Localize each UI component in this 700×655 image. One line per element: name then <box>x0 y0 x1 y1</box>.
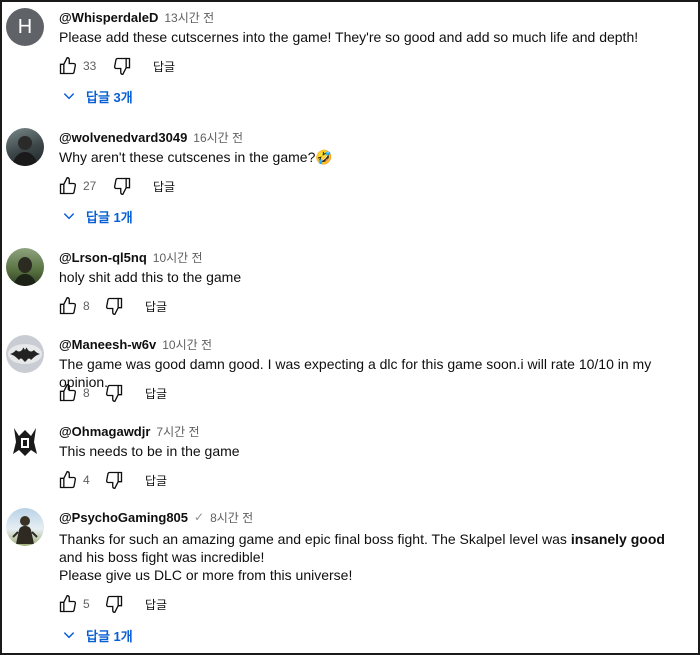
replies-count-label: 답글 1개 <box>86 628 133 644</box>
comment-author[interactable]: @wolvenedvard3049 <box>59 130 187 145</box>
comments-panel: H @WhisperdaleD 13시간 전 Please add these … <box>0 0 700 655</box>
reply-button[interactable]: 답글 <box>153 58 175 75</box>
chevron-down-icon <box>63 93 75 100</box>
thumbs-up-icon <box>59 594 77 613</box>
thumbs-up-icon <box>59 470 77 489</box>
like-button[interactable] <box>57 175 79 197</box>
view-replies-button[interactable]: 답글 1개 <box>62 624 133 646</box>
reply-button[interactable]: 답글 <box>153 178 175 195</box>
avatar[interactable] <box>6 508 44 546</box>
like-button[interactable] <box>57 593 79 615</box>
comment-text-bold: insanely good <box>570 531 665 547</box>
dislike-button[interactable] <box>103 469 125 491</box>
chevron-down-icon <box>63 213 75 220</box>
replies-count-label: 답글 3개 <box>86 89 133 105</box>
comment-author[interactable]: @Lrson-ql5nq <box>59 250 147 265</box>
dislike-button[interactable] <box>103 295 125 317</box>
thumbs-down-icon <box>113 57 131 76</box>
thumbs-up-icon <box>59 383 77 402</box>
like-count: 5 <box>83 597 90 611</box>
comment-timestamp[interactable]: 8시간 전 <box>210 509 253 526</box>
reply-button[interactable]: 답글 <box>145 472 167 489</box>
comment-text: Please add these cutscernes into the gam… <box>59 29 639 45</box>
comment-text: holy shit add this to the game <box>59 269 242 285</box>
thumbs-up-icon <box>59 56 77 75</box>
dislike-button[interactable] <box>103 593 125 615</box>
bat-logo-icon <box>8 344 42 364</box>
like-count: 8 <box>83 299 90 313</box>
thumbs-down-icon <box>105 595 123 614</box>
replies-count-label: 답글 1개 <box>86 209 133 225</box>
comment-timestamp[interactable]: 10시간 전 <box>162 336 212 353</box>
thumbs-down-icon <box>105 297 123 316</box>
comment-timestamp[interactable]: 16시간 전 <box>193 129 243 146</box>
dislike-button[interactable] <box>111 175 133 197</box>
avatar[interactable]: H <box>6 8 44 46</box>
view-replies-button[interactable]: 답글 1개 <box>62 205 133 227</box>
dislike-button[interactable] <box>103 382 125 404</box>
like-button[interactable] <box>57 295 79 317</box>
comment-timestamp[interactable]: 10시간 전 <box>153 249 203 266</box>
comment-text: This needs to be in the game <box>59 443 240 459</box>
comment-author[interactable]: @WhisperdaleD <box>59 10 158 25</box>
comment-author[interactable]: @PsychoGaming805 <box>59 510 188 525</box>
avatar[interactable] <box>6 128 44 166</box>
thumbs-down-icon <box>105 471 123 490</box>
avatar-letter: H <box>17 15 33 38</box>
comment-author[interactable]: @Ohmagawdjr <box>59 424 150 439</box>
avatar[interactable] <box>6 422 44 460</box>
like-button[interactable] <box>57 469 79 491</box>
like-button[interactable] <box>57 55 79 77</box>
like-button[interactable] <box>57 382 79 404</box>
avatar-image <box>12 136 38 166</box>
comment-text-part: Thanks for such an amazing game and epic… <box>59 531 571 547</box>
avatar[interactable] <box>6 335 44 373</box>
like-count: 33 <box>83 59 97 73</box>
like-count: 4 <box>83 473 90 487</box>
view-replies-button[interactable]: 답글 3개 <box>62 85 133 107</box>
like-count: 8 <box>83 386 90 400</box>
thumbs-up-icon <box>59 296 77 315</box>
reply-button[interactable]: 답글 <box>145 298 167 315</box>
avatar-image <box>12 516 38 544</box>
avatar-image <box>13 257 37 286</box>
thumbs-down-icon <box>105 384 123 403</box>
thumbs-up-icon <box>59 176 77 195</box>
dislike-button[interactable] <box>111 55 133 77</box>
comment-text-part: and his boss fight was incredible! <box>59 549 265 565</box>
reply-button[interactable]: 답글 <box>145 596 167 613</box>
emblem-logo-icon <box>13 428 37 456</box>
comment-text: Why aren't these cutscenes in the game?🤣 <box>59 149 333 165</box>
comment-timestamp[interactable]: 7시간 전 <box>156 423 199 440</box>
comment-author[interactable]: @Maneesh-w6v <box>59 337 156 352</box>
verified-check-icon: ✓ <box>194 510 205 524</box>
avatar[interactable] <box>6 248 44 286</box>
reply-button[interactable]: 답글 <box>145 385 167 402</box>
like-count: 27 <box>83 179 97 193</box>
comment-timestamp[interactable]: 13시간 전 <box>164 9 214 26</box>
comment-text: Thanks for such an amazing game and epic… <box>59 530 691 584</box>
comment-text-line: Please give us DLC or more from this uni… <box>59 567 353 583</box>
thumbs-down-icon <box>113 177 131 196</box>
chevron-down-icon <box>63 632 75 639</box>
